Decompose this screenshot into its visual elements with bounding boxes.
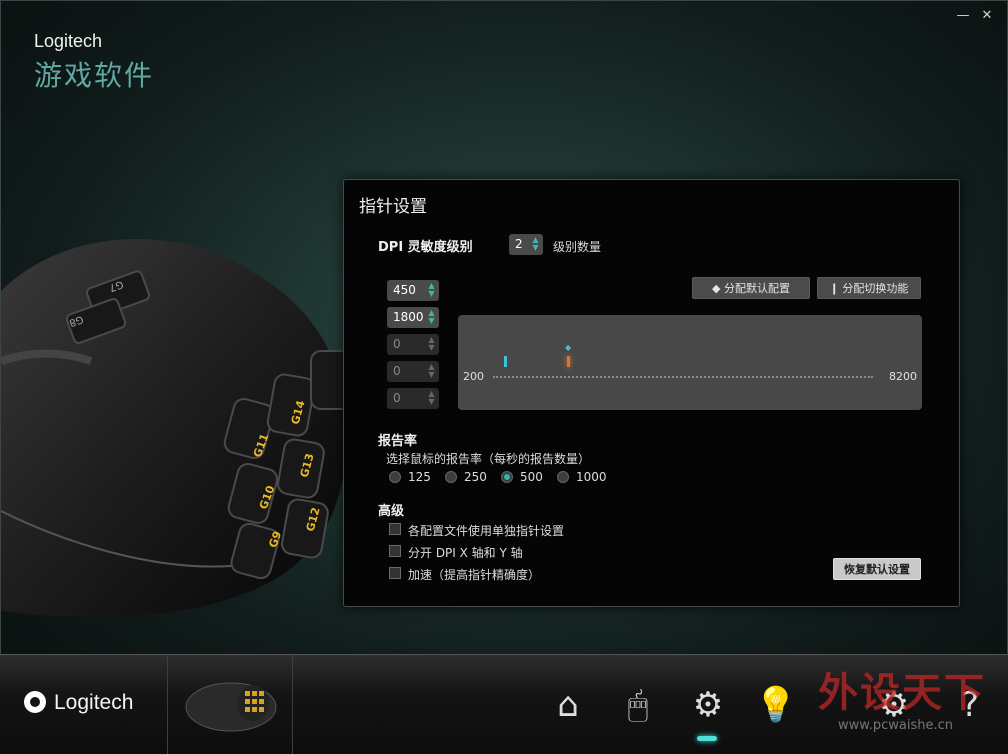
dpi-value: 0 — [393, 391, 401, 405]
report-rate-heading: 报告率 — [378, 434, 418, 449]
slider-min-label: 200 — [463, 370, 484, 383]
checkbox-separate-xy[interactable] — [389, 545, 401, 557]
level-count-label: 级别数量 — [553, 240, 602, 254]
device-thumbnail[interactable] — [183, 673, 279, 737]
watermark-url: www.pcwaishe.cn — [838, 718, 953, 733]
checkbox-separate-xy-label: 分开 DPI X 轴和 Y 轴 — [408, 546, 523, 560]
report-rate-desc: 选择鼠标的报告率（每秒的报告数量） — [386, 452, 591, 466]
dpi-tick-2-active[interactable] — [567, 356, 570, 367]
active-nav-indicator — [697, 736, 717, 741]
minimize-button[interactable]: — — [955, 9, 971, 23]
stepper-arrows-icon[interactable]: ▲ ▼ — [427, 363, 436, 380]
dpi-value: 0 — [393, 337, 401, 351]
radio-500[interactable] — [501, 471, 513, 483]
logitech-logo-icon — [24, 691, 46, 713]
brand-subtitle: 游戏软件 — [34, 59, 155, 92]
mouse-image — [1, 238, 352, 617]
brand-name: Logitech — [34, 31, 103, 51]
lighting-icon[interactable]: 💡 — [750, 679, 802, 731]
watermark: 外设天下 — [818, 670, 986, 716]
stepper-arrows-icon[interactable]: ▲ ▼ — [427, 282, 436, 299]
panel-title: 指针设置 — [359, 197, 427, 217]
checkbox-acceleration[interactable] — [389, 567, 401, 579]
assign-icon[interactable]: 🖱 — [612, 679, 664, 731]
radio-label-125: 125 — [408, 470, 431, 484]
radio-label-250: 250 — [464, 470, 487, 484]
checkbox-per-profile-label: 各配置文件使用单独指针设置 — [408, 524, 565, 538]
level-count-stepper[interactable]: 2 ▲ ▼ — [509, 234, 543, 255]
assign-shift-button[interactable]: ❙ 分配切换功能 — [817, 277, 921, 299]
dpi-tick-1[interactable] — [504, 356, 507, 367]
divider — [292, 655, 293, 754]
stepper-arrows-icon[interactable]: ▲ ▼ — [427, 336, 436, 353]
dpi-slider[interactable]: 200 ◆ 8200 — [458, 315, 922, 410]
radio-250[interactable] — [445, 471, 457, 483]
dpi-level-label: DPI 灵敏度级别 — [378, 240, 473, 255]
checkbox-acceleration-label: 加速（提高指针精确度） — [408, 568, 541, 582]
divider — [167, 655, 168, 754]
level-count-value: 2 — [515, 237, 523, 251]
dpi-level-2-stepper[interactable]: 1800 ▲ ▼ — [387, 307, 439, 328]
stepper-arrows-icon[interactable]: ▲ ▼ — [427, 309, 436, 326]
dpi-value: 450 — [393, 283, 416, 297]
assign-default-button[interactable]: ◆ 分配默认配置 — [692, 277, 810, 299]
dpi-level-5-stepper[interactable]: 0 ▲ ▼ — [387, 388, 439, 409]
app-window: — ✕ Logitech 游戏软件 G7 G8 G14 G13 G12 G11 … — [0, 0, 1008, 754]
dpi-level-4-stepper[interactable]: 0 ▲ ▼ — [387, 361, 439, 382]
default-marker-icon: ◆ — [565, 343, 572, 352]
home-icon[interactable]: ⌂ — [542, 679, 594, 731]
dpi-value: 0 — [393, 364, 401, 378]
slider-track[interactable] — [493, 376, 873, 378]
close-button[interactable]: ✕ — [979, 9, 995, 23]
radio-label-500: 500 — [520, 470, 543, 484]
advanced-heading: 高级 — [378, 504, 405, 519]
dpi-value: 1800 — [393, 310, 424, 324]
footer-brand-name: Logitech — [54, 691, 134, 714]
pointer-settings-panel: 指针设置 DPI 灵敏度级别 2 ▲ ▼ 级别数量 450 ▲ ▼ 1800 ▲ ▼ … — [343, 179, 960, 607]
dpi-level-1-stepper[interactable]: 450 ▲ ▼ — [387, 280, 439, 301]
stepper-arrows-icon[interactable]: ▲ ▼ — [427, 390, 436, 407]
restore-defaults-button[interactable]: 恢复默认设置 — [833, 558, 921, 580]
dpi-level-3-stepper[interactable]: 0 ▲ ▼ — [387, 334, 439, 355]
checkbox-per-profile[interactable] — [389, 523, 401, 535]
radio-label-1000: 1000 — [576, 470, 607, 484]
stepper-arrows-icon[interactable]: ▲ ▼ — [531, 236, 540, 253]
radio-1000[interactable] — [557, 471, 569, 483]
radio-125[interactable] — [389, 471, 401, 483]
slider-max-label: 8200 — [889, 370, 917, 383]
footer-brand: Logitech — [24, 691, 133, 715]
pointer-settings-icon[interactable]: ⚙ — [682, 679, 734, 731]
brand-header: Logitech 游戏软件 — [34, 31, 154, 94]
